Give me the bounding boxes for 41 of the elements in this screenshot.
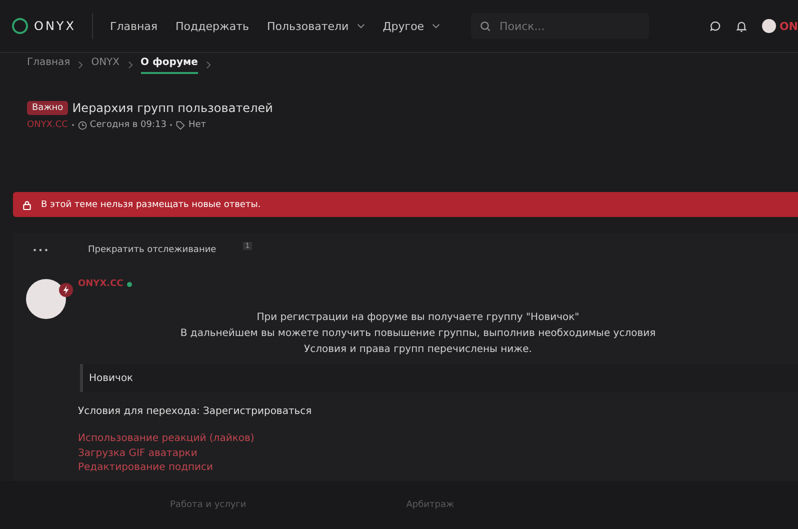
post-date: Сегодня в 09:13 [90, 120, 166, 130]
chevron-right-icon [206, 61, 211, 69]
tags-text: Нет [188, 120, 206, 130]
separator-dot [170, 124, 172, 126]
nav-link[interactable]: Другое [382, 20, 440, 32]
group-name: Новичок [89, 372, 134, 384]
avatar[interactable] [26, 279, 66, 319]
intro-text: В дальнейшем вы можете получить повышение группы, выполнив необходимые условия [179, 327, 657, 341]
nav-link[interactable]: Главная [110, 20, 158, 32]
logo-ring-icon [12, 18, 28, 34]
nav-link[interactable]: Пользователи [267, 20, 365, 32]
unwatch-button[interactable]: Прекратить отслеживание [88, 245, 216, 255]
chevron-down-icon [356, 23, 365, 29]
lock-icon [22, 200, 32, 210]
breadcrumb-link[interactable]: ONYX [91, 56, 120, 74]
perk-text: Использование реакций (лайков) [78, 432, 256, 446]
breadcrumb-link[interactable]: О форуме [140, 56, 198, 74]
perk-text: Редактирование подписи [78, 461, 214, 475]
separator-dot [72, 124, 74, 126]
more-button[interactable]: ••• [26, 246, 56, 254]
chevron-right-icon [78, 61, 84, 69]
bell-icon[interactable] [735, 20, 748, 32]
bolt-badge-icon [59, 283, 73, 297]
notice-text: В этой теме нельзя размещать новые ответы. [41, 200, 261, 210]
search-field[interactable]: Поиск... [471, 13, 650, 39]
breadcrumb-link[interactable]: Главная [27, 56, 70, 74]
logo-text[interactable]: ONYX [34, 19, 76, 33]
perk-text: Загрузка GIF аватарки [78, 446, 198, 460]
thread-title: Иерархия групп пользователей [72, 101, 273, 115]
search-icon [480, 21, 492, 32]
chevron-right-icon [128, 61, 133, 69]
chevron-down-icon [432, 23, 440, 29]
clock-icon [78, 120, 87, 130]
nav-link[interactable]: Поддержать [176, 20, 250, 32]
important-badge: Важно [27, 101, 68, 115]
tag-icon [176, 120, 186, 130]
chat-bubble-icon[interactable] [709, 20, 722, 32]
intro-text: Условия и права групп перечислены ниже. [303, 343, 533, 357]
avatar[interactable] [762, 19, 776, 33]
condition-text: Условия для перехода: Зарегистрироваться [78, 406, 313, 417]
intro-text: При регистрации на форуме вы получаете группу "Новичок" [256, 311, 580, 325]
